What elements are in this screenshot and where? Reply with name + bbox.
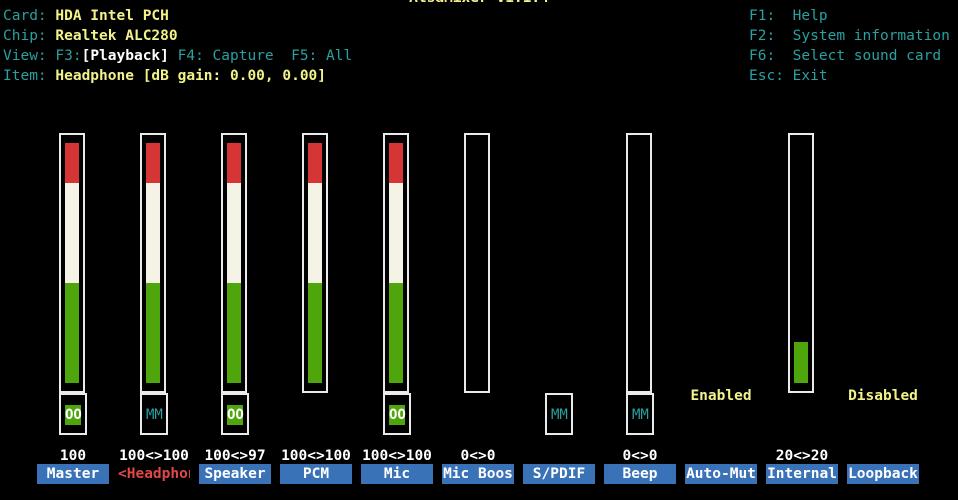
- mute-switch-state: OO: [227, 405, 244, 425]
- level-red: [227, 143, 241, 183]
- volume-value-pcm: 100<>100: [281, 448, 351, 464]
- item-value: Headphone [dB gain: 0.00, 0.00]: [55, 68, 327, 84]
- volume-bar-mic[interactable]: [383, 133, 409, 393]
- view-row: View: F3:[Playback] F4: Capture F5: All: [3, 46, 352, 66]
- volume-fill: [794, 342, 808, 383]
- channel-name-pcm[interactable]: PCM: [280, 464, 352, 484]
- channel-name-mic[interactable]: Mic: [361, 464, 433, 484]
- mute-switch-s-pdif[interactable]: MM: [545, 393, 573, 435]
- level-green: [146, 283, 160, 383]
- item-row: Item: Headphone [dB gain: 0.00, 0.00]: [3, 66, 326, 86]
- volume-value-headphon: 100<>100: [119, 448, 189, 464]
- volume-bar-speaker[interactable]: [221, 133, 247, 393]
- level-white: [65, 183, 79, 283]
- level-white: [308, 183, 322, 283]
- volume-bar-master[interactable]: [59, 133, 85, 393]
- level-green: [389, 283, 403, 383]
- level-green: [227, 283, 241, 383]
- channel-name-mic-boos[interactable]: Mic Boos: [442, 464, 514, 484]
- level-red: [389, 143, 403, 183]
- level-red: [308, 143, 322, 183]
- channel-name-speaker[interactable]: Speaker: [199, 464, 271, 484]
- f1-key: F1:: [749, 8, 776, 24]
- f2-key: F2:: [749, 28, 776, 44]
- chip-value: Realtek ALC280: [55, 28, 178, 44]
- f1-text: Help: [792, 8, 828, 24]
- volume-value-mic: 100<>100: [362, 448, 432, 464]
- volume-fill: [65, 143, 79, 383]
- level-green: [794, 342, 808, 383]
- chip-row: Chip: Realtek ALC280: [3, 26, 178, 46]
- help-esc[interactable]: Esc: Exit: [749, 66, 828, 86]
- card-label: Card:: [3, 8, 47, 24]
- volume-value-mic-boos: 0<>0: [460, 448, 496, 464]
- mute-switch-state: MM: [146, 407, 163, 423]
- f2-text: System information: [792, 28, 950, 44]
- level-white: [227, 183, 241, 283]
- mute-switch-speaker[interactable]: OO: [221, 393, 249, 435]
- enum-value-auto-mut[interactable]: Enabled: [685, 386, 757, 406]
- view-other-tabs[interactable]: F4: Capture F5: All: [169, 48, 353, 64]
- f6-key: F6:: [749, 48, 776, 64]
- volume-value-master: 100: [59, 448, 87, 464]
- card-row: Card: HDA Intel PCH: [3, 6, 169, 26]
- volume-bar-beep[interactable]: [626, 133, 652, 393]
- mute-switch-master[interactable]: OO: [59, 393, 87, 435]
- channel-name-headphon[interactable]: <Headphon>: [118, 464, 190, 484]
- volume-bar-headphon[interactable]: [140, 133, 166, 393]
- channel-name-auto-mut[interactable]: Auto-Mut: [685, 464, 757, 484]
- volume-bar-pcm[interactable]: [302, 133, 328, 393]
- card-value: HDA Intel PCH: [55, 8, 169, 24]
- mute-switch-state: MM: [551, 407, 568, 423]
- channel-name-loopback[interactable]: Loopback: [847, 464, 919, 484]
- level-green: [65, 283, 79, 383]
- mute-switch-headphon[interactable]: MM: [140, 393, 168, 435]
- view-label: View:: [3, 48, 47, 64]
- chip-label: Chip:: [3, 28, 47, 44]
- mute-switch-beep[interactable]: MM: [626, 393, 654, 435]
- view-f3-key: F3:: [55, 48, 82, 64]
- volume-value-beep: 0<>0: [622, 448, 658, 464]
- mute-switch-mic[interactable]: OO: [383, 393, 411, 435]
- mute-switch-state: OO: [389, 405, 406, 425]
- channel-name-s-pdif[interactable]: S/PDIF: [523, 464, 595, 484]
- esc-key: Esc:: [749, 68, 784, 84]
- level-red: [146, 143, 160, 183]
- volume-fill: [389, 143, 403, 383]
- help-f1[interactable]: F1: Help: [749, 6, 828, 26]
- item-label: Item:: [3, 68, 47, 84]
- mute-switch-state: OO: [65, 405, 82, 425]
- level-white: [389, 183, 403, 283]
- level-red: [65, 143, 79, 183]
- channel-name-master[interactable]: Master: [37, 464, 109, 484]
- esc-text: Exit: [792, 68, 828, 84]
- level-white: [146, 183, 160, 283]
- level-green: [308, 283, 322, 383]
- enum-value-loopback[interactable]: Disabled: [847, 386, 919, 406]
- mute-switch-state: MM: [632, 407, 649, 423]
- volume-fill: [227, 143, 241, 383]
- volume-bar-mic-boos[interactable]: [464, 133, 490, 393]
- volume-bar-internal[interactable]: [788, 133, 814, 393]
- volume-fill: [308, 143, 322, 383]
- help-f6[interactable]: F6: Select sound card: [749, 46, 941, 66]
- volume-fill: [146, 143, 160, 383]
- f6-text: Select sound card: [792, 48, 942, 64]
- volume-value-internal: 20<>20: [775, 448, 829, 464]
- volume-value-speaker: 100<>97: [204, 448, 266, 464]
- channel-name-beep[interactable]: Beep: [604, 464, 676, 484]
- view-playback-tab[interactable]: [Playback]: [82, 48, 169, 64]
- channel-name-internal[interactable]: Internal: [766, 464, 838, 484]
- help-f2[interactable]: F2: System information: [749, 26, 950, 46]
